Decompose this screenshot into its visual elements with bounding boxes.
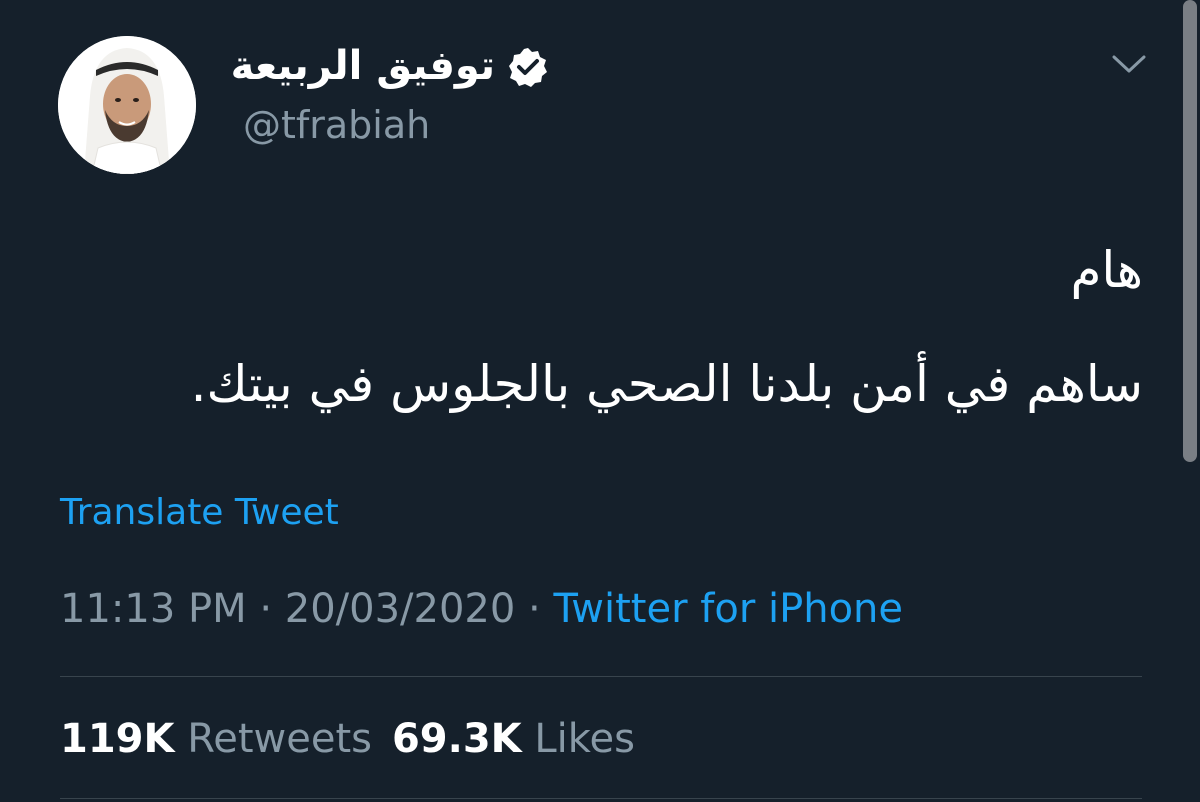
translate-tweet-link[interactable]: Translate Tweet <box>60 490 339 536</box>
tweet-text: هام ساهم في أمن بلدنا الصحي بالجلوس في ب… <box>63 238 1143 416</box>
tweet-metadata: 11:13 PM · 20/03/2020 · Twitter for iPho… <box>60 584 903 634</box>
chevron-down-icon[interactable] <box>1111 52 1147 76</box>
tweet-time: 11:13 PM <box>60 586 247 632</box>
author-handle[interactable]: @tfrabiah <box>243 101 430 149</box>
avatar[interactable] <box>58 36 196 174</box>
likes-count: 69.3K <box>391 716 522 762</box>
divider <box>60 798 1142 799</box>
author-display-name[interactable]: توفيق الربيعة <box>231 40 495 92</box>
retweets-label: Retweets <box>187 716 372 762</box>
retweets-stat[interactable]: 119K Retweets <box>60 716 372 762</box>
divider <box>60 676 1142 677</box>
tweet-text-line: هام <box>1070 241 1143 299</box>
retweets-count: 119K <box>60 716 175 762</box>
tweet-source-link[interactable]: Twitter for iPhone <box>553 586 903 632</box>
meta-separator: · <box>528 586 541 632</box>
verified-badge-icon <box>509 48 547 87</box>
tweet-detail: توفيق الربيعة @tfrabiah هام ساهم في أمن … <box>0 0 1200 802</box>
tweet-date: 20/03/2020 <box>284 586 516 632</box>
meta-separator: · <box>259 586 273 632</box>
scrollbar[interactable] <box>1183 0 1197 462</box>
avatar-image <box>58 36 196 174</box>
tweet-text-line: ساهم في أمن بلدنا الصحي بالجلوس في بيتك. <box>190 355 1143 413</box>
likes-label: Likes <box>534 716 635 762</box>
tweet-stats: 119K Retweets 69.3K Likes <box>60 714 635 764</box>
likes-stat[interactable]: 69.3K Likes <box>392 716 635 762</box>
